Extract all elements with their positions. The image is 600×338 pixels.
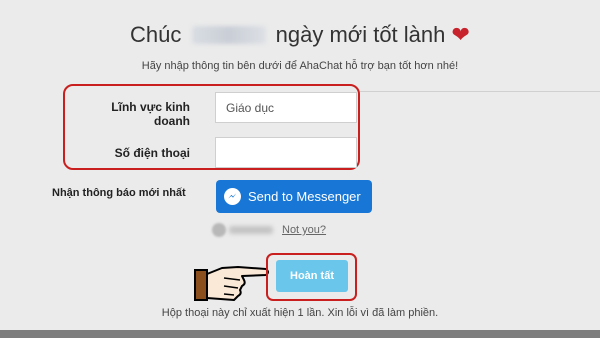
- greeting-title: Chúc ngày mới tốt lành ❤: [0, 22, 600, 48]
- not-you-link[interactable]: Not you?: [282, 224, 326, 236]
- greeting-suffix: ngày mới tốt lành: [275, 22, 446, 47]
- send-to-messenger-button[interactable]: Send to Messenger: [216, 180, 372, 213]
- messenger-icon: [224, 188, 241, 205]
- blurred-account-name: [229, 226, 273, 234]
- blurred-username: [191, 26, 266, 44]
- business-field-label: Lĩnh vực kinh doanh: [111, 100, 190, 128]
- messenger-button-label: Send to Messenger: [248, 189, 361, 204]
- business-field-input[interactable]: Giáo dục: [215, 92, 357, 123]
- phone-input[interactable]: [215, 137, 357, 168]
- greeting-prefix: Chúc: [130, 22, 182, 47]
- submit-button[interactable]: Hoàn tất: [276, 260, 348, 292]
- notify-label: Nhận thông báo mới nhất: [52, 187, 186, 199]
- phone-label: Số điện thoại: [114, 146, 190, 160]
- footer-note: Hộp thoại này chỉ xuất hiện 1 lần. Xin l…: [161, 307, 439, 319]
- onboarding-dialog: Chúc ngày mới tốt lành ❤ Hãy nhập thông …: [0, 0, 600, 330]
- pointing-hand-icon: [194, 266, 269, 301]
- dialog-subtitle: Hãy nhập thông tin bên dưới để AhaChat h…: [141, 60, 459, 72]
- divider: [360, 91, 600, 92]
- page-background-strip: [0, 330, 600, 338]
- heart-icon: ❤: [451, 22, 470, 47]
- avatar: [212, 223, 226, 237]
